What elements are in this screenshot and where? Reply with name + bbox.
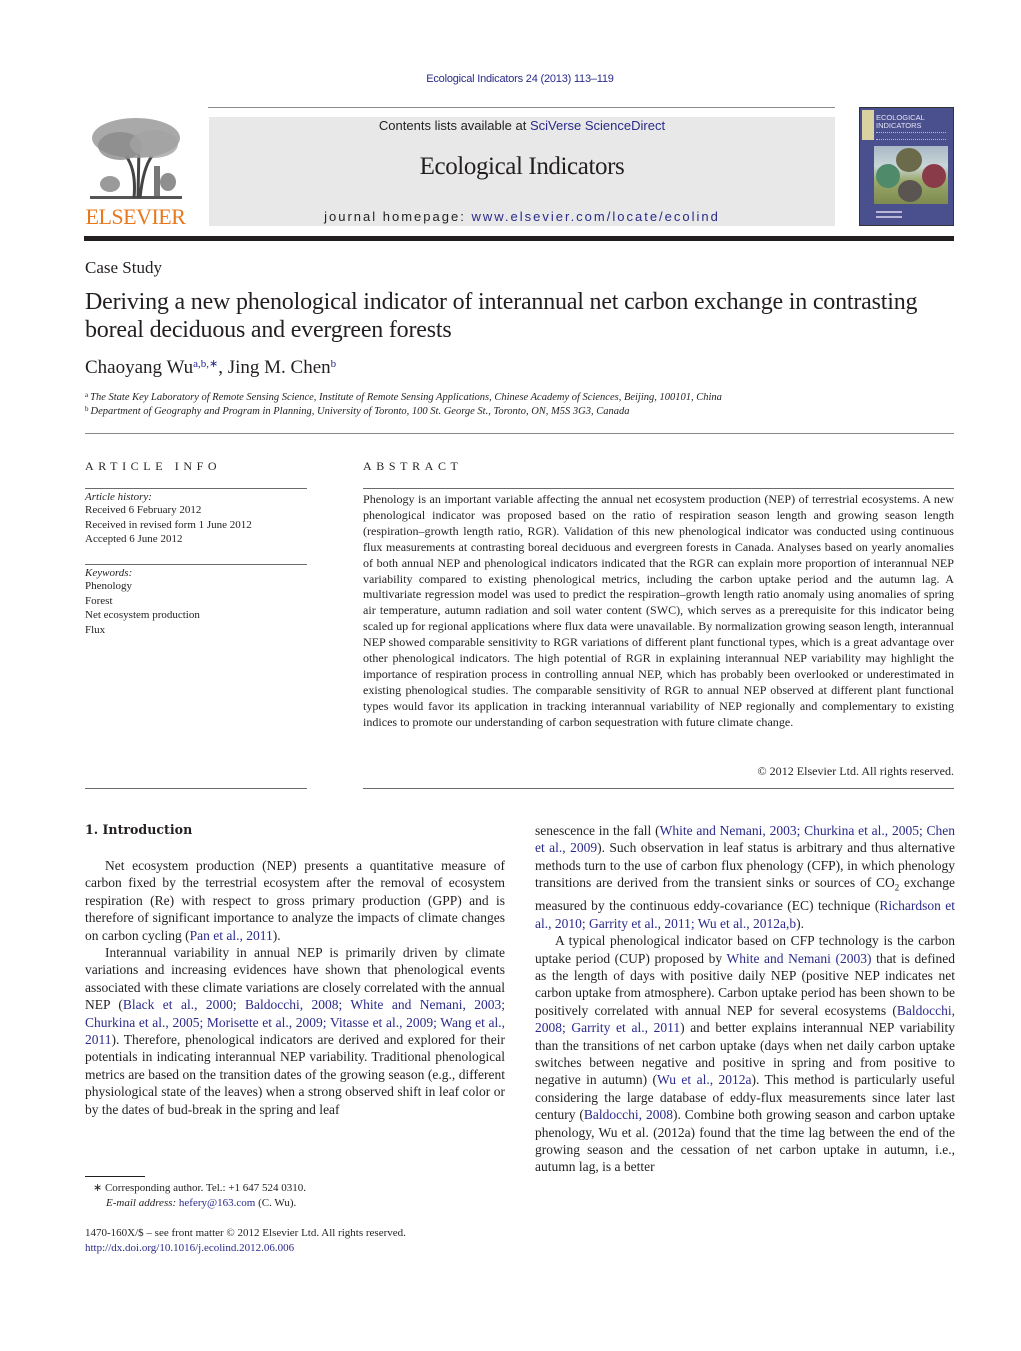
email-suffix: (C. Wu).: [255, 1197, 297, 1209]
paragraph-text: Net ecosystem production (NEP) presents …: [85, 858, 505, 943]
paragraph-text: ). Such observation in leaf status is ar…: [535, 840, 955, 891]
journal-citation[interactable]: Ecological Indicators 24 (2013) 113–119: [0, 73, 1021, 85]
keyword: Phenology: [85, 580, 133, 592]
affiliation: b Department of Geography and Program in …: [85, 405, 955, 417]
keywords-label: Keywords:: [85, 567, 133, 579]
paragraph: senescence in the fall (White and Nemani…: [535, 822, 955, 932]
cover-photo: [874, 146, 948, 204]
author-separator: ,: [218, 357, 228, 378]
journal-cover-thumbnail[interactable]: ECOLOGICAL INDICATORS: [859, 107, 954, 226]
contents-prefix: Contents lists available at: [378, 118, 530, 133]
keyword: Flux: [85, 623, 106, 636]
affiliation-mark: a: [85, 391, 89, 399]
paragraph: Net ecosystem production (NEP) presents …: [85, 857, 505, 944]
article-info-bottom-rule: [85, 788, 307, 789]
footnote-rule: [85, 1176, 145, 1177]
cover-subtitle: [876, 132, 946, 140]
citation-link[interactable]: White and Nemani (2003): [726, 951, 871, 966]
keywords-rule: [85, 564, 307, 565]
body-column-right: senescence in the fall ( White and Nemani…: [535, 822, 955, 1176]
email-link[interactable]: hefery@163.com: [179, 1197, 255, 1209]
abstract-bottom-rule: [363, 788, 954, 789]
paragraph: Interannual variability in annual NEP is…: [85, 944, 505, 1118]
cover-circle-moss: [896, 148, 922, 172]
affiliation: a The State Key Laboratory of Remote Sens…: [85, 391, 955, 403]
article-title: Deriving a new phenological indicator of…: [85, 289, 918, 343]
journal-title: Ecological Indicators: [419, 153, 625, 180]
doi-line: http://dx.doi.org/10.1016/j.ecolind.2012…: [85, 1241, 515, 1256]
section-heading-introduction: 1. Introduction: [85, 822, 193, 837]
cover-circle-person: [898, 180, 922, 202]
title-block-rule: [85, 433, 954, 434]
cover-circle-red: [922, 164, 946, 188]
cover-circle-green: [876, 164, 900, 188]
author-affiliation-marks[interactable]: a,b,∗: [193, 358, 218, 370]
article-type: Case Study: [85, 258, 162, 277]
cover-title-line2: INDICATORS: [876, 121, 922, 130]
citation-link[interactable]: Pan et al., 2011: [190, 928, 273, 943]
abstract-text: Phenology is an important variable affec…: [363, 492, 954, 729]
paragraph-text: ).: [796, 915, 805, 931]
author-name[interactable]: Chaoyang Wu: [85, 357, 193, 378]
keyword: Forest: [85, 594, 113, 607]
keywords-block: Keywords: Phenology Forest Net ecosystem…: [85, 567, 307, 637]
paragraph-text: ).: [272, 927, 281, 943]
body-column-left: Net ecosystem production (NEP) presents …: [85, 857, 505, 1118]
affiliation-mark: b: [85, 405, 89, 413]
history-label: Article history:: [85, 491, 152, 503]
issn-line: 1470-160X/$ – see front matter © 2012 El…: [85, 1227, 406, 1239]
citation-link[interactable]: Baldocchi, 2008: [584, 1107, 673, 1122]
author-name[interactable]: Jing M. Chen: [228, 357, 331, 378]
history-received: Received 6 February 2012: [85, 504, 202, 516]
journal-citation-link[interactable]: Ecological Indicators 24 (2013) 113–119: [426, 73, 614, 85]
elsevier-wordmark: ELSEVIER: [85, 204, 186, 229]
article-info-heading: ARTICLE INFO: [85, 459, 222, 473]
contents-line: Contents lists available at SciVerse Sci…: [209, 118, 835, 133]
homepage-link[interactable]: www.elsevier.com/locate/ecolind: [471, 209, 719, 224]
journal-header-box: Contents lists available at SciVerse Sci…: [209, 117, 835, 226]
corresponding-author-note: ∗ Corresponding author. Tel.: +1 647 524…: [93, 1182, 307, 1194]
header-thick-rule: [84, 236, 954, 241]
author-list: Chaoyang Wua,b,∗, Jing M. Chenb: [85, 357, 336, 379]
homepage-line: journal homepage: www.elsevier.com/locat…: [209, 209, 835, 224]
author-affiliation-marks[interactable]: b: [331, 358, 337, 370]
abstract-heading: ABSTRACT: [363, 459, 463, 473]
abstract-rule: [363, 488, 954, 489]
homepage-prefix: journal homepage:: [324, 209, 472, 224]
email-label: E-mail address:: [106, 1197, 179, 1209]
paragraph: A typical phenological indicator based o…: [535, 932, 955, 1176]
paragraph-text: senescence in the fall (: [535, 823, 660, 838]
elsevier-logo[interactable]: ELSEVIER: [84, 116, 187, 229]
affiliation-text: The State Key Laboratory of Remote Sensi…: [90, 392, 722, 403]
email-note: E-mail address: hefery@163.com (C. Wu).: [85, 1196, 536, 1211]
history-accepted: Accepted 6 June 2012: [85, 533, 183, 546]
cover-elsevier-badge: [862, 110, 874, 140]
history-revised: Received in revised form 1 June 2012: [85, 518, 252, 531]
sciencedirect-link[interactable]: SciVerse ScienceDirect: [530, 118, 665, 133]
abstract-copyright: © 2012 Elsevier Ltd. All rights reserved…: [757, 764, 954, 778]
elsevier-tree-icon: [90, 118, 182, 199]
citation-link[interactable]: Wu et al., 2012a: [657, 1072, 751, 1087]
article-info-rule: [85, 488, 307, 489]
keyword: Net ecosystem production: [85, 609, 200, 622]
cover-footer-lines: [876, 211, 902, 213]
cover-title: ECOLOGICAL INDICATORS: [876, 114, 925, 130]
header-rule: [208, 107, 835, 108]
article-history: Article history: Received 6 February 201…: [85, 491, 307, 547]
affiliation-text: Department of Geography and Program in P…: [90, 406, 630, 417]
doi-link[interactable]: http://dx.doi.org/10.1016/j.ecolind.2012…: [85, 1242, 294, 1254]
paragraph-text: ). Therefore, phenological indicators ar…: [85, 1032, 505, 1117]
